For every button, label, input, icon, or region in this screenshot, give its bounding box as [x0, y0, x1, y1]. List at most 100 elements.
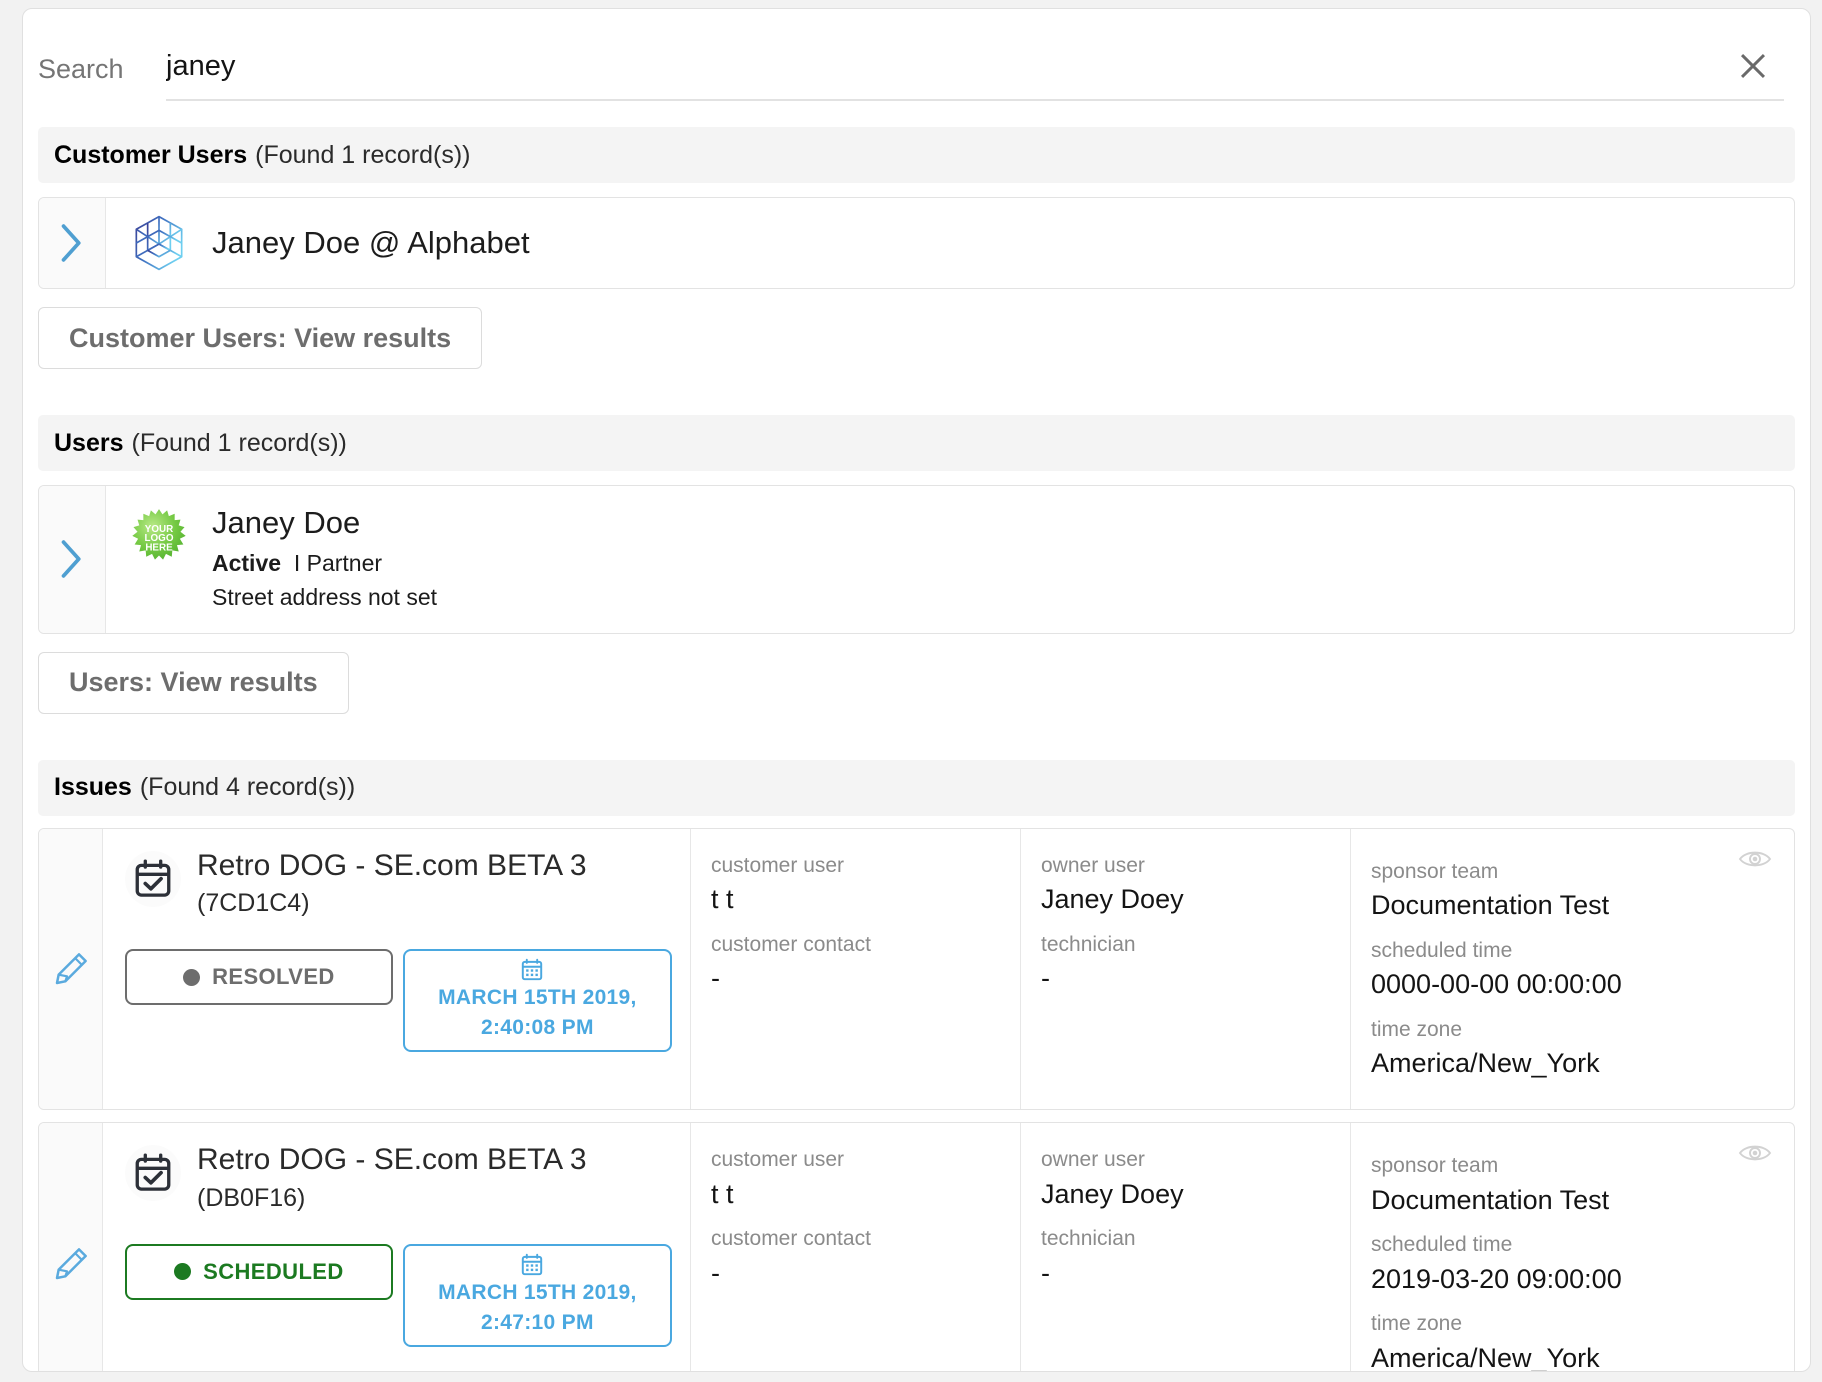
section-header-issues: Issues (Found 4 record(s)) [38, 759, 1795, 816]
status-dot [174, 1263, 192, 1281]
field-label-scheduled-time: scheduled time [1371, 1233, 1513, 1257]
user-status: Active [212, 549, 282, 576]
issue-title: Retro DOG - SE.com BETA 3 [197, 848, 587, 882]
user-status-role: Active I Partner [212, 546, 437, 581]
issue-owner-column: owner user Janey Doey technician - [1021, 828, 1351, 1110]
date-label: MARCH 15TH 2019, 2:47:10 PM [438, 1280, 637, 1335]
field-value-sponsor-team: Documentation Test [1371, 1184, 1610, 1215]
field-label-customer-contact: customer contact [711, 932, 871, 956]
field-label-sponsor-team: sponsor team [1371, 859, 1499, 883]
calendar-icon [519, 957, 545, 983]
field-label-scheduled-time: scheduled time [1371, 938, 1513, 962]
status-label: RESOLVED [212, 964, 335, 989]
issue-row[interactable]: Retro DOG - SE.com BETA 3 (DB0F16) SCHED… [38, 1122, 1795, 1372]
field-label-customer-user: customer user [711, 1148, 845, 1172]
issue-schedule-column: sponsor team Documentation Test schedule… [1351, 1123, 1794, 1372]
watch-issue-button[interactable] [1738, 1141, 1772, 1170]
close-icon [1740, 53, 1766, 79]
section-record-count: (Found 4 record(s)) [139, 773, 356, 802]
issue-status-badge[interactable]: SCHEDULED [125, 1243, 393, 1300]
result-body: Janey Doe @ Alphabet [106, 198, 1794, 288]
avatar [128, 212, 190, 274]
field-label-time-zone: time zone [1371, 1312, 1463, 1336]
field-value-time-zone: America/New_York [1371, 1342, 1600, 1372]
issue-schedule-column: sponsor team Documentation Test schedule… [1351, 829, 1794, 1110]
field-value-scheduled-time: 2019-03-20 09:00:00 [1371, 1263, 1622, 1294]
field-label-owner-user: owner user [1041, 1148, 1145, 1172]
eye-icon [1738, 851, 1772, 867]
users-view-results-button[interactable]: Users: View results [38, 651, 349, 714]
field-value-customer-contact: - [711, 1257, 720, 1288]
user-name: Janey Doe [212, 505, 361, 540]
field-label-time-zone: time zone [1371, 1017, 1463, 1041]
issue-title-row: Retro DOG - SE.com BETA 3 (DB0F16) [125, 1143, 672, 1215]
section-header-customer-users: Customer Users (Found 1 record(s)) [38, 127, 1795, 183]
expand-toggle[interactable] [39, 486, 106, 633]
status-dot [183, 968, 201, 986]
user-result-row[interactable]: YOUR LOGO HERE Janey Doe Active I Partne… [38, 485, 1795, 634]
chevron-right-icon [61, 540, 81, 579]
field-value-owner-user: Janey Doey [1041, 1178, 1184, 1209]
user-role: Partner [306, 549, 383, 576]
issue-main: Retro DOG - SE.com BETA 3 (7CD1C4) RESOL… [103, 828, 691, 1110]
field-value-technician: - [1041, 963, 1050, 994]
field-label-technician: technician [1041, 932, 1136, 956]
field-value-customer-user: t t [711, 884, 734, 915]
pencil-icon [55, 953, 87, 985]
issue-titles: Retro DOG - SE.com BETA 3 (DB0F16) [197, 1143, 587, 1215]
section-header-users: Users (Found 1 record(s)) [38, 415, 1795, 471]
issue-date-badge[interactable]: MARCH 15TH 2019, 2:47:10 PM [402, 1243, 672, 1347]
issue-row[interactable]: Retro DOG - SE.com BETA 3 (7CD1C4) RESOL… [38, 827, 1795, 1111]
issue-main: Retro DOG - SE.com BETA 3 (DB0F16) SCHED… [103, 1123, 691, 1371]
search-label: Search [38, 54, 124, 84]
results-panel: Search Customer Users (Found 1 record(s)… [22, 8, 1811, 1372]
watch-issue-button[interactable] [1738, 847, 1772, 876]
edit-issue-button[interactable] [39, 1123, 103, 1371]
user-address: Street address not set [212, 584, 438, 611]
customer-user-name: Janey Doe @ Alphabet [212, 224, 530, 260]
search-input[interactable] [166, 49, 1666, 84]
icon-wrap [125, 1145, 181, 1202]
expand-toggle[interactable] [39, 198, 106, 288]
field-value-owner-user: Janey Doey [1041, 884, 1184, 915]
svg-text:HERE: HERE [145, 542, 173, 553]
issue-date-badge[interactable]: MARCH 15TH 2019, 2:40:08 PM [402, 949, 672, 1052]
field-label-sponsor-team: sponsor team [1371, 1154, 1499, 1178]
issue-status-badge[interactable]: RESOLVED [125, 949, 393, 1005]
issue-owner-column: owner user Janey Doey technician - [1021, 1123, 1351, 1371]
issue-code: (7CD1C4) [197, 889, 310, 918]
calendar-check-icon [135, 1153, 171, 1192]
issue-titles: Retro DOG - SE.com BETA 3 (7CD1C4) [197, 849, 587, 921]
result-text: Janey Doe Active I Partner Street addres… [212, 504, 437, 615]
avatar: YOUR LOGO HERE [128, 506, 190, 568]
issue-code: (DB0F16) [197, 1183, 306, 1212]
alphabet-cube-logo [135, 215, 183, 271]
field-value-time-zone: America/New_York [1371, 1047, 1600, 1078]
issue-title-row: Retro DOG - SE.com BETA 3 (7CD1C4) [125, 849, 672, 921]
search-bar: Search [23, 9, 1810, 127]
issue-pill-row: RESOLVED MARCH 15TH 2019, 2:40:08 PM [125, 949, 672, 1052]
calendar-icon [519, 1252, 545, 1278]
search-results-page: Search Customer Users (Found 1 record(s)… [0, 0, 1822, 1382]
section-record-count: (Found 1 record(s)) [255, 140, 471, 169]
section-record-count: (Found 1 record(s)) [131, 428, 347, 457]
clear-search-button[interactable] [1730, 43, 1776, 89]
section-title: Users [54, 428, 124, 457]
field-label-technician: technician [1041, 1227, 1136, 1251]
issue-title: Retro DOG - SE.com BETA 3 [197, 1143, 587, 1177]
customer-user-result-row[interactable]: Janey Doe @ Alphabet [38, 197, 1795, 289]
field-label-customer-user: customer user [711, 853, 845, 877]
customer-users-view-results-button[interactable]: Customer Users: View results [38, 307, 483, 369]
chevron-right-icon [61, 224, 81, 262]
status-label: SCHEDULED [203, 1258, 344, 1284]
section-title: Issues [54, 773, 132, 802]
field-label-customer-contact: customer contact [711, 1227, 871, 1251]
icon-wrap [125, 850, 181, 907]
edit-issue-button[interactable] [39, 828, 103, 1110]
field-value-technician: - [1041, 1257, 1050, 1288]
calendar-check-icon [135, 859, 171, 897]
issue-customer-column: customer user t t customer contact - [691, 1123, 1021, 1371]
result-body: YOUR LOGO HERE Janey Doe Active I Partne… [106, 486, 1794, 633]
search-field [166, 41, 1784, 101]
